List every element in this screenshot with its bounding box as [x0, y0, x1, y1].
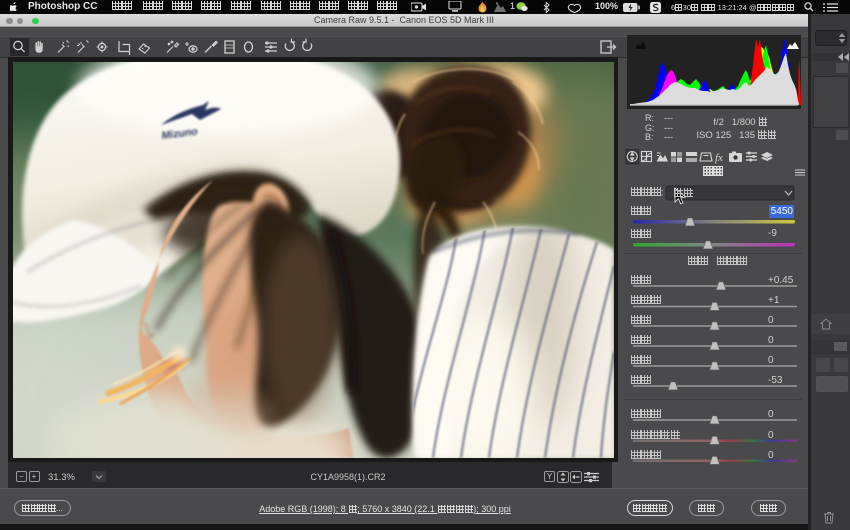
- svg-text:fx: fx: [715, 152, 723, 164]
